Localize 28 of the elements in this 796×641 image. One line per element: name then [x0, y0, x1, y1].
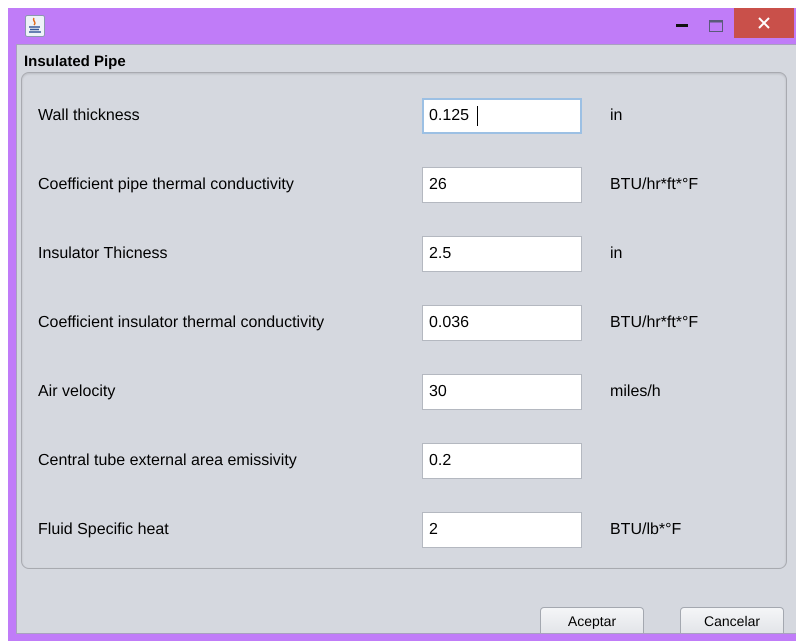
input-field[interactable]: 0.125 [422, 98, 582, 134]
unit-label: miles/h [610, 382, 661, 400]
field-label: Central tube external area emissivity [37, 452, 298, 470]
field-label: Coefficient insulator thermal conductivity [37, 314, 326, 332]
accept-button[interactable]: Aceptar [540, 607, 644, 633]
field-label: Coefficient pipe thermal conductivity [37, 176, 295, 194]
input-field[interactable]: 0.036 [422, 304, 582, 340]
coffee-cup-icon [25, 15, 45, 37]
input-field[interactable]: 30 [422, 374, 582, 410]
field-label: Wall thickness [37, 106, 141, 124]
input-field[interactable]: 0.2 [422, 442, 582, 478]
input-field[interactable]: 2 [422, 512, 582, 548]
unit-label: BTU/lb*°F [610, 520, 682, 538]
close-button[interactable] [734, 8, 794, 38]
unit-label: in [610, 244, 622, 262]
minimize-icon [676, 24, 688, 28]
cancel-button[interactable]: Cancelar [680, 607, 784, 633]
close-icon [758, 17, 770, 29]
unit-label: BTU/hr*ft*°F [610, 314, 698, 332]
field-label: Air velocity [37, 382, 116, 400]
input-field[interactable]: 2.5 [422, 236, 582, 272]
maximize-icon [709, 20, 723, 32]
unit-label: in [610, 106, 622, 124]
field-label: Fluid Specific heat [37, 520, 170, 538]
field-label: Insulator Thicness [37, 244, 169, 262]
unit-label: BTU/hr*ft*°F [610, 176, 698, 194]
input-field[interactable]: 26 [422, 166, 582, 202]
panel-title: Insulated Pipe [24, 53, 127, 70]
